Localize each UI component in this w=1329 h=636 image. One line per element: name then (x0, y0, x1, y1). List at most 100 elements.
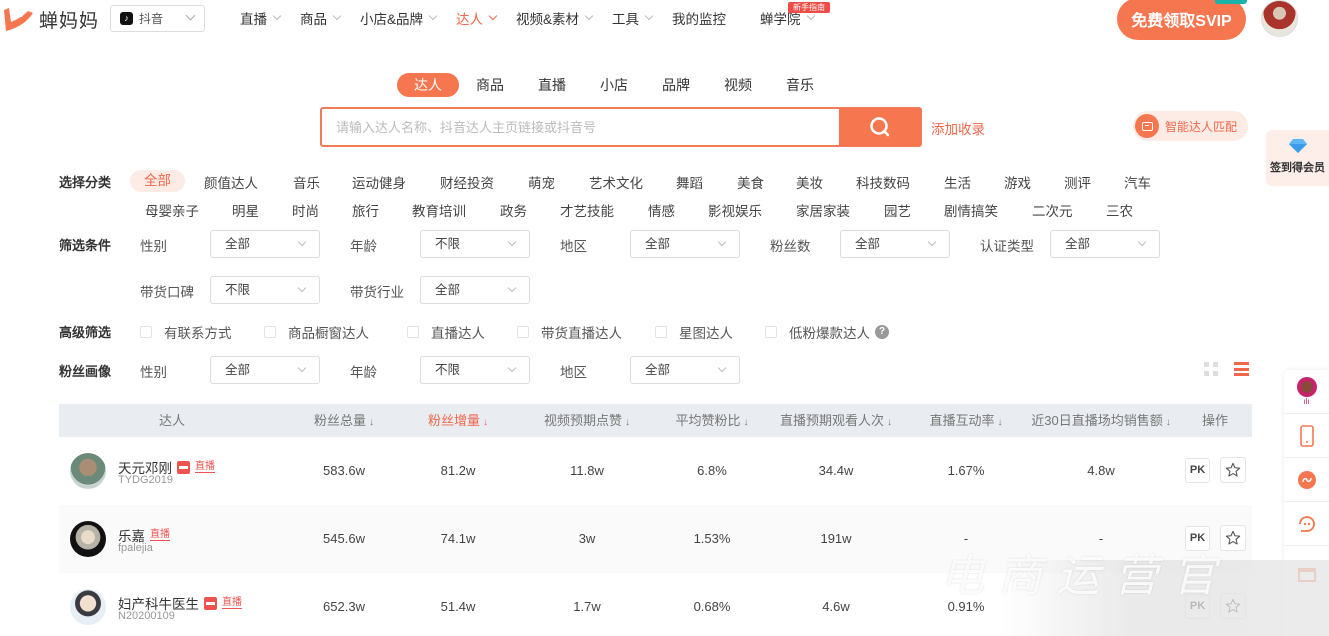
category-chip[interactable]: 母婴亲子 (145, 200, 199, 220)
col-video-likes[interactable]: 视频预期点赞 ↓ (544, 404, 630, 437)
tab-shop[interactable]: 小店 (583, 73, 645, 97)
filter-gender-select[interactable]: 全部 (210, 230, 320, 258)
col-live-interaction[interactable]: 直播互动率 ↓ (929, 404, 1002, 437)
ai-match-button[interactable]: 智能达人匹配 (1133, 111, 1248, 141)
more-button[interactable] (1284, 546, 1329, 590)
category-chip[interactable]: 三农 (1106, 200, 1133, 220)
nav-item-products[interactable]: 商品 (300, 8, 342, 28)
col-like-fan-ratio[interactable]: 平均赞粉比 ↓ (675, 404, 748, 437)
free-svip-button[interactable]: 免费领取SVIP (1117, 0, 1246, 40)
favorite-button[interactable] (1220, 457, 1246, 483)
category-chip[interactable]: 美妆 (796, 172, 823, 192)
favorite-button[interactable] (1220, 593, 1246, 619)
filter-reputation-select[interactable]: 不限 (210, 276, 320, 304)
list-view-icon[interactable] (1234, 362, 1249, 376)
filter-industry-select[interactable]: 全部 (420, 276, 530, 304)
checkbox[interactable] (517, 326, 529, 338)
category-chip[interactable]: 测评 (1064, 172, 1091, 192)
category-chip[interactable]: 舞蹈 (676, 172, 703, 192)
table-row[interactable]: 妇产科牛医生 直播 N20200109 652.3w 51.4w 1.7w 0.68% 4.… (59, 573, 1252, 636)
category-chip[interactable]: 二次元 (1032, 200, 1073, 220)
influencer-avatar[interactable] (70, 453, 106, 489)
checkbox-sales-live[interactable]: 带货直播达人 (517, 322, 622, 342)
fan-region-select[interactable]: 全部 (630, 356, 740, 384)
category-chip[interactable]: 运动健身 (352, 172, 406, 192)
checkbox-live-streamer[interactable]: 直播达人 (407, 322, 485, 342)
category-chip[interactable]: 汽车 (1124, 172, 1151, 192)
category-chip[interactable]: 财经投资 (440, 172, 494, 192)
filter-fans-select[interactable]: 全部 (840, 230, 950, 258)
nav-item-influencers[interactable]: 达人 (456, 8, 498, 28)
mobile-app-button[interactable] (1284, 414, 1329, 458)
category-chip[interactable]: 政务 (500, 200, 527, 220)
category-chip[interactable]: 萌宠 (528, 172, 555, 192)
category-chip[interactable]: 时尚 (292, 200, 319, 220)
influencer-avatar[interactable] (70, 521, 106, 557)
col-live-views[interactable]: 直播预期观看人次 ↓ (780, 404, 892, 437)
table-row[interactable]: 乐嘉 直播 fpalejia 545.6w 74.1w 3w 1.53% 191w - - PK (59, 505, 1252, 573)
grid-view-icon[interactable] (1204, 362, 1218, 376)
category-chip[interactable]: 影视娱乐 (708, 200, 762, 220)
tab-brand[interactable]: 品牌 (645, 73, 707, 97)
signin-widget[interactable]: 签到得会员 (1266, 130, 1329, 186)
category-chip[interactable]: 才艺技能 (560, 200, 614, 220)
category-chip[interactable]: 音乐 (293, 172, 320, 192)
pk-button[interactable]: PK (1185, 526, 1210, 551)
category-chip[interactable]: 剧情搞笑 (944, 200, 998, 220)
checkbox[interactable] (140, 326, 152, 338)
live-rank-button[interactable]: ılı (1284, 370, 1329, 414)
tab-product[interactable]: 商品 (459, 73, 521, 97)
category-chip[interactable]: 教育培训 (412, 200, 466, 220)
category-chip[interactable]: 游戏 (1004, 172, 1031, 192)
filter-region-select[interactable]: 全部 (630, 230, 740, 258)
checkbox-low-fan-hit[interactable]: 低粉爆款达人? (765, 322, 889, 342)
pk-button[interactable]: PK (1185, 458, 1210, 483)
mini-program-button[interactable] (1284, 458, 1329, 502)
category-chip[interactable]: 情感 (648, 200, 675, 220)
logo[interactable]: 蝉妈妈 (0, 2, 99, 36)
fan-gender-select[interactable]: 全部 (210, 356, 320, 384)
search-button[interactable] (839, 108, 921, 146)
nav-item-tools[interactable]: 工具 (612, 8, 654, 28)
checkbox[interactable] (407, 326, 419, 338)
favorite-button[interactable] (1220, 525, 1246, 551)
user-avatar[interactable] (1261, 0, 1298, 37)
filter-verification-select[interactable]: 全部 (1050, 230, 1160, 258)
col-total-fans[interactable]: 粉丝总量 ↓ (314, 404, 374, 437)
search-input[interactable] (322, 109, 839, 145)
category-chip[interactable]: 旅行 (352, 200, 379, 220)
tab-live[interactable]: 直播 (521, 73, 583, 97)
category-chip[interactable]: 美食 (737, 172, 764, 192)
checkbox[interactable] (765, 326, 777, 338)
tab-music[interactable]: 音乐 (769, 73, 831, 97)
nav-item-academy[interactable]: 蝉学院 新手指南 (760, 2, 831, 28)
col-live-sales[interactable]: 近30日直播场均销售额 ↓ (1031, 404, 1170, 437)
checkbox[interactable] (655, 326, 667, 338)
customer-service-button[interactable] (1284, 502, 1329, 546)
filter-age-select[interactable]: 不限 (420, 230, 530, 258)
fan-age-select[interactable]: 不限 (420, 356, 530, 384)
category-chip[interactable]: 科技数码 (856, 172, 910, 192)
category-chip[interactable]: 家居家装 (796, 200, 850, 220)
nav-item-videos[interactable]: 视频&素材 (516, 8, 594, 28)
nav-item-live[interactable]: 直播 (240, 8, 282, 28)
tab-video[interactable]: 视频 (707, 73, 769, 97)
col-fans-growth[interactable]: 粉丝增量 ↓ (428, 404, 488, 437)
tab-influencer[interactable]: 达人 (397, 73, 459, 97)
influencer-avatar[interactable] (70, 589, 106, 625)
checkbox-showcase[interactable]: 商品橱窗达人 (264, 322, 369, 342)
category-chip[interactable]: 颜值达人 (204, 172, 258, 192)
category-chip[interactable]: 全部 (130, 170, 185, 192)
help-icon[interactable]: ? (875, 325, 889, 339)
nav-item-shops-brands[interactable]: 小店&品牌 (360, 8, 438, 28)
table-row[interactable]: 天元邓刚 直播 TYDG2019 583.6w 81.2w 11.8w 6.8% 34.4w… (59, 437, 1252, 505)
platform-select[interactable]: ♪ 抖音 (110, 5, 205, 32)
pk-button[interactable]: PK (1185, 594, 1210, 619)
nav-item-monitor[interactable]: 我的监控 (672, 8, 726, 28)
checkbox-xingtu[interactable]: 星图达人 (655, 322, 733, 342)
category-chip[interactable]: 明星 (232, 200, 259, 220)
category-chip[interactable]: 园艺 (884, 200, 911, 220)
add-record-link[interactable]: 添加收录 (931, 118, 985, 138)
checkbox[interactable] (264, 326, 276, 338)
checkbox-has-contact[interactable]: 有联系方式 (140, 322, 232, 342)
